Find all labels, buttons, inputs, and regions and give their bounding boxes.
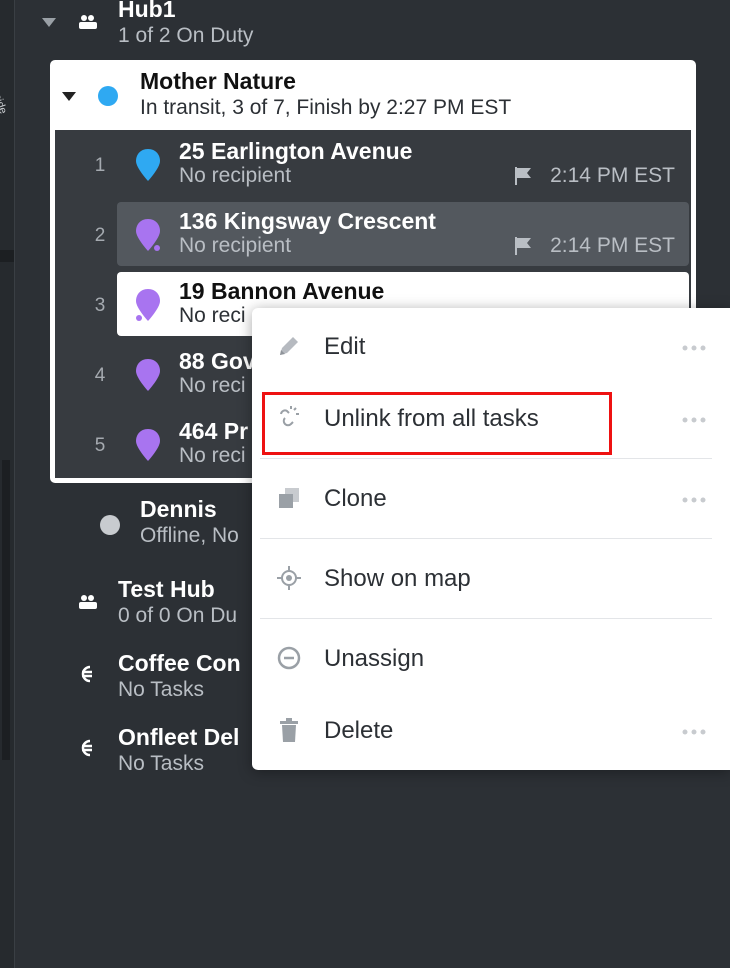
- purple-pin-icon: [136, 219, 160, 251]
- task-row[interactable]: 1 25 Earlington Avenue No recipient 2:14…: [55, 130, 691, 200]
- crosshair-icon: [277, 566, 301, 590]
- task-title: 464 Pr: [179, 418, 249, 444]
- task-row[interactable]: 2 136 Kingsway Crescent No recipient 2:1…: [55, 200, 691, 270]
- menu-item-clone[interactable]: Clone: [252, 462, 730, 534]
- task-recipient: No recipient: [179, 164, 292, 187]
- team-link-icon: [81, 665, 92, 683]
- menu-divider: [260, 538, 712, 539]
- collapse-caret-icon[interactable]: [42, 18, 56, 27]
- hub-icon: [79, 15, 97, 29]
- menu-label: Clone: [324, 485, 387, 512]
- worker-name[interactable]: Dennis: [140, 496, 217, 523]
- team-status: No Tasks: [118, 678, 204, 701]
- map-street-label: Lakeside: [0, 70, 10, 116]
- worker-status: In transit, 3 of 7, Finish by 2:27 PM ES…: [140, 96, 512, 119]
- menu-divider: [260, 458, 712, 459]
- more-icon: [682, 729, 706, 735]
- menu-divider: [260, 618, 712, 619]
- task-title: 19 Bannon Avenue: [179, 278, 385, 304]
- menu-label: Edit: [324, 333, 366, 360]
- purple-pin-icon: [136, 429, 160, 461]
- minus-circle-icon: [277, 646, 301, 670]
- menu-item-delete[interactable]: Delete: [252, 694, 730, 766]
- clone-icon: [279, 488, 299, 508]
- flag-icon: [515, 167, 531, 185]
- purple-pin-icon: [136, 289, 160, 321]
- task-title: 25 Earlington Avenue: [179, 138, 413, 164]
- task-time: 2:14 PM EST: [550, 234, 675, 257]
- purple-pin-icon: [136, 359, 160, 391]
- task-number: 4: [94, 365, 106, 386]
- team-name[interactable]: Onfleet Del: [118, 724, 239, 751]
- flag-icon: [515, 237, 531, 255]
- team-name[interactable]: Coffee Con: [118, 650, 241, 677]
- task-number: 3: [94, 295, 106, 316]
- worker-name: Mother Nature: [140, 68, 296, 94]
- worker-header[interactable]: Mother Nature In transit, 3 of 7, Finish…: [50, 60, 696, 130]
- map-road: [2, 460, 10, 760]
- menu-label: Show on map: [324, 565, 471, 592]
- task-title: 136 Kingsway Crescent: [179, 208, 436, 234]
- task-number: 2: [94, 225, 106, 246]
- status-dot-icon: [100, 515, 120, 535]
- highlight-box: [262, 392, 612, 455]
- menu-label: Delete: [324, 717, 394, 744]
- hub-status: 1 of 2 On Duty: [118, 24, 254, 47]
- collapse-caret-icon[interactable]: [62, 92, 76, 101]
- team-status: No Tasks: [118, 752, 204, 775]
- blue-pin-icon: [136, 149, 160, 181]
- hub-name[interactable]: Test Hub: [118, 576, 215, 603]
- task-recipient: No reci: [179, 374, 246, 397]
- pencil-icon: [280, 337, 298, 355]
- menu-item-edit[interactable]: Edit: [252, 310, 730, 382]
- team-link-icon: [81, 739, 92, 757]
- task-recipient: No reci: [179, 304, 246, 327]
- status-dot-icon: [98, 86, 118, 106]
- menu-item-unassign[interactable]: Unassign: [252, 622, 730, 694]
- more-icon: [682, 497, 706, 503]
- trash-icon: [280, 718, 298, 742]
- task-number: 5: [94, 435, 106, 456]
- hub-icon: [79, 595, 97, 609]
- context-menu: Edit Unlink from all tasks Clone Show on…: [252, 308, 730, 770]
- task-title: 88 Gov: [179, 348, 256, 374]
- hub-name[interactable]: Hub1: [118, 0, 176, 23]
- more-icon: [682, 345, 706, 351]
- hub-status: 0 of 0 On Du: [118, 604, 238, 627]
- worker-status: Offline, No: [140, 524, 239, 547]
- map-edge[interactable]: Lakeside: [0, 0, 15, 968]
- more-icon: [682, 417, 706, 423]
- menu-item-show-on-map[interactable]: Show on map: [252, 542, 730, 614]
- task-number: 1: [94, 155, 106, 176]
- map-road: [0, 250, 14, 262]
- task-recipient: No reci: [179, 444, 246, 467]
- menu-label: Unassign: [324, 645, 425, 672]
- task-recipient: No recipient: [179, 234, 292, 257]
- task-time: 2:14 PM EST: [550, 164, 675, 187]
